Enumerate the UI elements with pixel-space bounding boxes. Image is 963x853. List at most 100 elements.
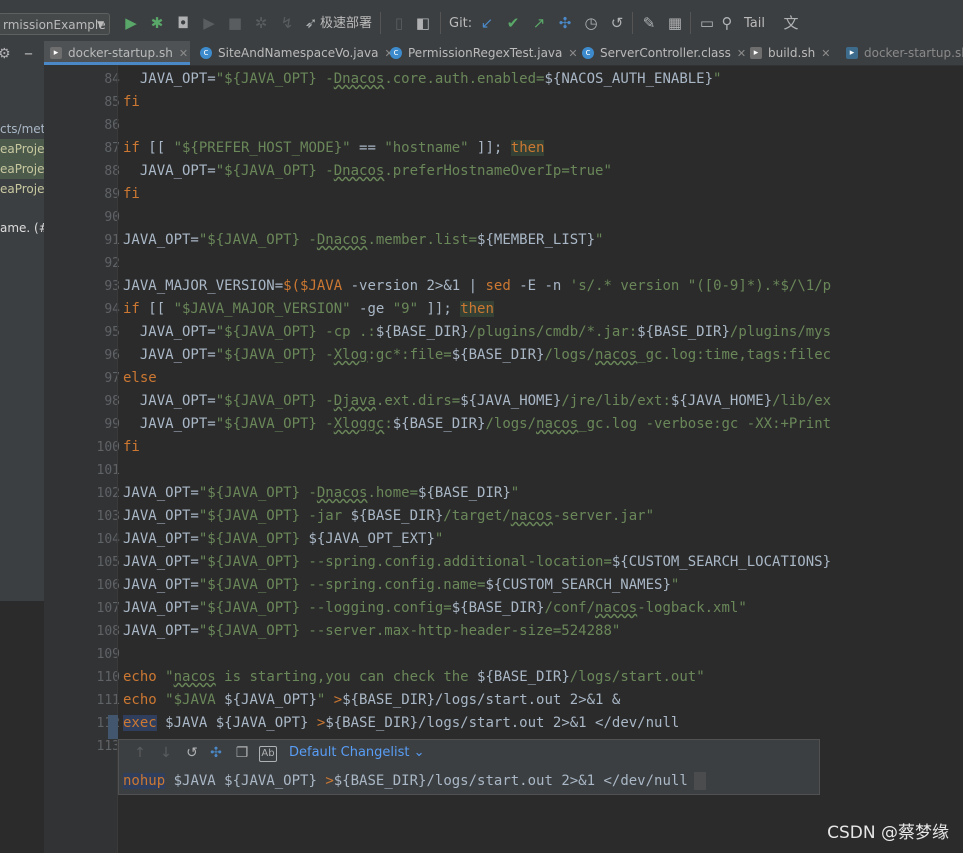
class-icon: c (200, 47, 212, 59)
project-tree-item[interactable]: ame. (# (0, 218, 44, 238)
run-icon[interactable]: ▶ (122, 14, 140, 32)
history-icon[interactable]: ◷ (582, 14, 600, 32)
line-number: 111 (96, 693, 120, 708)
code-line[interactable]: if [[ "$JAVA_MAJOR_VERSION" -ge "9" ]]; … (123, 298, 494, 321)
gear-icon[interactable]: ⚙ (0, 46, 11, 62)
rollback-icon[interactable]: ↺ (183, 744, 201, 762)
code-line[interactable]: echo "nacos is starting,you can check th… (123, 666, 705, 689)
rocket-icon[interactable]: ➶ (302, 14, 320, 32)
line-number: 103 (96, 509, 120, 524)
shell-icon: ▸ (750, 47, 762, 59)
tab-label: ServerController.class (600, 46, 731, 60)
change-marker[interactable] (108, 715, 118, 739)
device-icon[interactable]: ▯ (390, 14, 408, 32)
code-line[interactable]: exec $JAVA ${JAVA_OPT} >${BASE_DIR}/logs… (123, 712, 679, 735)
stop-icon[interactable]: ■ (226, 14, 244, 32)
project-tree-item[interactable]: eaProjec (0, 139, 44, 159)
line-number: 87 (104, 141, 120, 156)
toolbar-divider (690, 12, 691, 34)
arrow-down-icon[interactable]: ↓ (157, 744, 175, 762)
git-update-icon[interactable]: ↙ (478, 14, 496, 32)
package-icon[interactable]: ◧ (414, 14, 432, 32)
code-line[interactable]: fi (123, 436, 140, 459)
code-line[interactable]: JAVA_OPT="${JAVA_OPT} ${JAVA_OPT_EXT}" (123, 528, 443, 551)
code-line[interactable]: JAVA_OPT="${JAVA_OPT} -Dnacos.core.auth.… (123, 68, 722, 91)
code-line[interactable]: JAVA_OPT="${JAVA_OPT} -Dnacos.member.lis… (123, 229, 603, 252)
hot-swap-icon[interactable]: ↯ (278, 14, 296, 32)
tab-site-and-namespace-vo[interactable]: c SiteAndNamespaceVo.java✕ (194, 41, 394, 65)
git-commit-icon[interactable]: ✔ (504, 14, 522, 32)
code-line[interactable]: JAVA_OPT="${JAVA_OPT} --server.max-http-… (123, 620, 620, 643)
rollback-icon[interactable]: ↺ (608, 14, 626, 32)
code-line[interactable]: fi (123, 91, 140, 114)
minimize-icon[interactable]: – (24, 43, 33, 64)
code-line[interactable]: JAVA_OPT="${JAVA_OPT} -Xloggc:${BASE_DIR… (123, 413, 831, 436)
line-number: 113 (96, 739, 120, 754)
line-number: 101 (96, 463, 120, 478)
terminal-icon[interactable]: ▭ (698, 14, 716, 32)
git-merge-icon[interactable]: ✣ (556, 14, 574, 32)
shell-icon: ▸ (846, 47, 858, 59)
deploy-button[interactable]: 极速部署 (320, 15, 372, 33)
code-line[interactable]: fi (123, 183, 140, 206)
tab-server-controller[interactable]: c ServerController.class ✕ (576, 41, 746, 65)
profile-icon[interactable]: ▶ (200, 14, 218, 32)
code-line[interactable]: JAVA_OPT="${JAVA_OPT} -Xlog:gc*:file=${B… (123, 344, 831, 367)
code-line[interactable]: JAVA_OPT="${JAVA_OPT} -Djava.ext.dirs=${… (123, 390, 831, 413)
project-tree-item[interactable]: eaProje (0, 159, 44, 179)
whitespace-icon[interactable]: Ab (259, 746, 277, 762)
tab-label: docker-startup.sh (864, 46, 963, 60)
code-line[interactable]: JAVA_OPT="${JAVA_OPT} --spring.config.na… (123, 574, 679, 597)
line-number: 88 (104, 164, 120, 179)
line-number: 106 (96, 578, 120, 593)
diff-popup: ↑ ↓ ↺ ✣ ❐ Ab Default Changelist ⌄ nohup … (118, 739, 820, 795)
changelist-label: Default Changelist (289, 745, 410, 760)
code-line[interactable]: JAVA_OPT="${JAVA_OPT} -jar ${BASE_DIR}/t… (123, 505, 654, 528)
code-line[interactable]: JAVA_OPT="${JAVA_OPT} -Dnacos.home=${BAS… (123, 482, 519, 505)
shell-icon: ▸ (50, 47, 62, 59)
code-line[interactable]: JAVA_MAJOR_VERSION=$($JAVA -version 2>&1… (123, 275, 831, 298)
tab-label: build.sh (768, 46, 816, 60)
changelist-dropdown[interactable]: Default Changelist ⌄ (289, 744, 425, 762)
debug-icon[interactable]: ✱ (148, 14, 166, 32)
project-tree-item[interactable]: eaProje (0, 179, 44, 199)
tab-label: PermissionRegexTest.java (408, 46, 563, 60)
line-number: 99 (104, 417, 120, 432)
code-line[interactable]: if [[ "${PREFER_HOST_MODE}" == "hostname… (123, 137, 545, 160)
run-configuration-label: rmissionExample (3, 18, 106, 32)
wrench-icon[interactable]: ✎ (640, 14, 658, 32)
tab-build-sh[interactable]: ▸ build.sh ✕ (744, 41, 840, 65)
line-number: 110 (96, 670, 120, 685)
run-configuration-select[interactable]: rmissionExample ▼ (0, 13, 110, 35)
project-structure-icon[interactable]: ▦ (666, 14, 684, 32)
tab-permission-regex-test[interactable]: c PermissionRegexTest.java ✕ (384, 41, 578, 65)
copy-icon[interactable]: ❐ (233, 744, 251, 762)
project-pane-empty (0, 601, 44, 853)
line-number: 96 (104, 348, 120, 363)
code-line[interactable]: JAVA_OPT="${JAVA_OPT} --logging.config=$… (123, 597, 747, 620)
attach-debugger-icon[interactable]: ✲ (252, 14, 270, 32)
git-label: Git: (449, 16, 473, 31)
coverage-icon[interactable]: ◘ (174, 14, 192, 32)
close-icon[interactable]: ✕ (821, 47, 830, 60)
translate-icon[interactable]: 文 (782, 14, 800, 32)
tab-label: docker-startup.sh (68, 46, 173, 60)
search-icon[interactable]: ⚲ (718, 14, 736, 32)
code-line[interactable]: JAVA_OPT="${JAVA_OPT} --spring.config.ad… (123, 551, 831, 574)
line-number: 85 (104, 95, 120, 110)
project-tree-item[interactable]: cts/met (0, 119, 44, 139)
code-line[interactable]: JAVA_OPT="${JAVA_OPT} -cp .:${BASE_DIR}/… (123, 321, 831, 344)
tab-docker-startup[interactable]: ▸ docker-startup.sh ✕ (44, 41, 190, 65)
tab-docker-startup-2[interactable]: ▸ docker-startup.sh (840, 41, 963, 65)
close-icon[interactable]: ✕ (179, 47, 188, 60)
line-number: 104 (96, 532, 120, 547)
git-push-icon[interactable]: ↗ (530, 14, 548, 32)
code-line[interactable]: echo "$JAVA ${JAVA_OPT}" >${BASE_DIR}/lo… (123, 689, 620, 712)
test-class-icon: c (390, 47, 402, 59)
arrow-up-icon[interactable]: ↑ (131, 744, 149, 762)
code-line[interactable]: JAVA_OPT="${JAVA_OPT} -Dnacos.preferHost… (123, 160, 612, 183)
class-icon: c (582, 47, 594, 59)
code-line[interactable]: else (123, 367, 157, 390)
tail-button[interactable]: Tail (744, 15, 765, 33)
diff-icon[interactable]: ✣ (207, 744, 225, 762)
